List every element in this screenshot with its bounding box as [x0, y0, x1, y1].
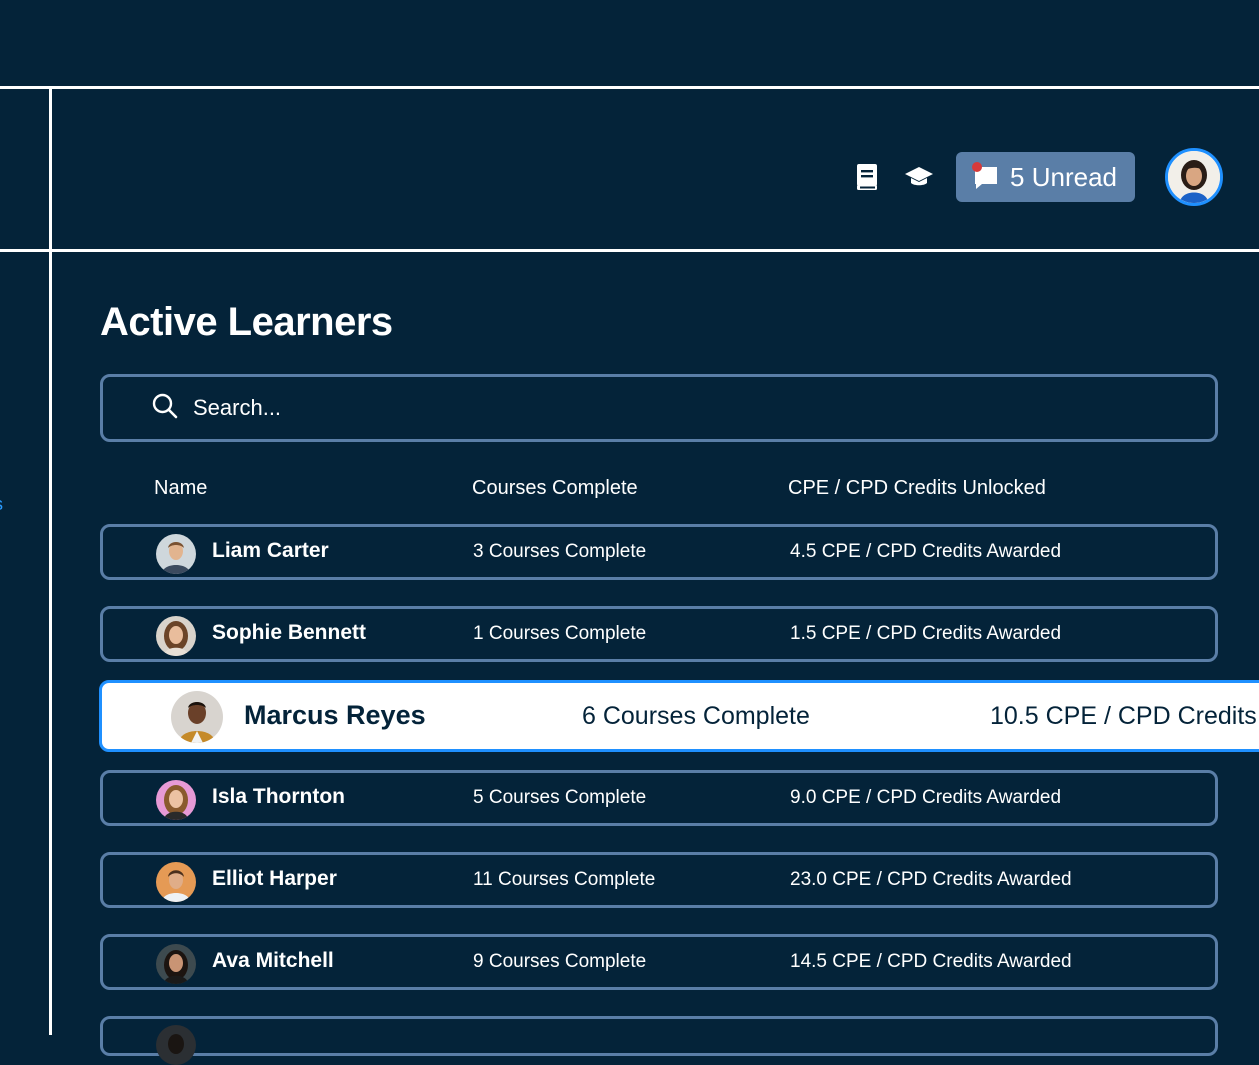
header-top-border [0, 86, 1259, 89]
learner-courses: 3 Courses Complete [473, 541, 647, 562]
messages-icon [972, 162, 1000, 190]
learner-row-highlighted[interactable]: Marcus Reyes 6 Courses Complete 10.5 CPE… [99, 680, 1259, 752]
learner-avatar [156, 1025, 196, 1065]
learner-credits: 14.5 CPE / CPD Credits Awarded [790, 951, 1072, 972]
learner-row[interactable]: Sophie Bennett 1 Courses Complete 1.5 CP… [100, 606, 1218, 662]
sidebar-item-partial[interactable]: s [0, 494, 3, 515]
learner-avatar [156, 616, 196, 656]
learner-courses: 5 Courses Complete [473, 787, 647, 808]
learner-name: Ava Mitchell [212, 949, 334, 972]
page-title: Active Learners [100, 300, 393, 344]
learner-name: Isla Thornton [212, 785, 345, 808]
sidebar-divider [49, 86, 52, 1035]
search-bar[interactable] [100, 374, 1218, 442]
column-header-credits: CPE / CPD Credits Unlocked [788, 477, 1046, 499]
user-avatar[interactable] [1165, 148, 1223, 206]
learner-avatar [156, 862, 196, 902]
learner-courses: 6 Courses Complete [582, 702, 810, 730]
column-header-name: Name [154, 477, 208, 499]
learner-avatar [156, 944, 196, 984]
learner-row[interactable]: Ava Mitchell 9 Courses Complete 14.5 CPE… [100, 934, 1218, 990]
search-icon [151, 392, 179, 425]
learner-credits: 23.0 CPE / CPD Credits Awarded [790, 869, 1072, 890]
learner-credits: 4.5 CPE / CPD Credits Awarded [790, 541, 1062, 562]
graduation-cap-icon[interactable] [904, 162, 934, 192]
learner-credits: 10.5 CPE / CPD Credits [990, 702, 1257, 730]
learner-name: Marcus Reyes [244, 700, 426, 730]
learner-row[interactable]: Elliot Harper 11 Courses Complete 23.0 C… [100, 852, 1218, 908]
learner-courses: 9 Courses Complete [473, 951, 647, 972]
learner-row[interactable]: Liam Carter 3 Courses Complete 4.5 CPE /… [100, 524, 1218, 580]
unread-count-label: 5 Unread [1010, 161, 1117, 192]
learner-avatar [171, 691, 223, 743]
learner-name: Sophie Bennett [212, 621, 367, 644]
learner-row[interactable]: Isla Thornton 5 Courses Complete 9.0 CPE… [100, 770, 1218, 826]
learner-row-partial[interactable] [100, 1016, 1218, 1065]
learner-courses: 11 Courses Complete [473, 869, 656, 890]
search-input[interactable] [191, 394, 1095, 422]
learner-courses: 1 Courses Complete [473, 623, 647, 644]
notification-dot [972, 162, 983, 172]
learner-credits: 9.0 CPE / CPD Credits Awarded [790, 787, 1062, 808]
learner-credits: 1.5 CPE / CPD Credits Awarded [790, 623, 1062, 644]
header-bottom-border [0, 249, 1259, 252]
learner-avatar [156, 780, 196, 820]
learner-name: Elliot Harper [212, 867, 337, 890]
header-actions: 5 Unread [852, 146, 1223, 208]
learner-name: Liam Carter [212, 539, 329, 562]
learner-avatar [156, 534, 196, 574]
unread-messages-button[interactable]: 5 Unread [956, 152, 1135, 202]
column-header-courses: Courses Complete [472, 477, 638, 499]
book-icon[interactable] [852, 162, 882, 192]
